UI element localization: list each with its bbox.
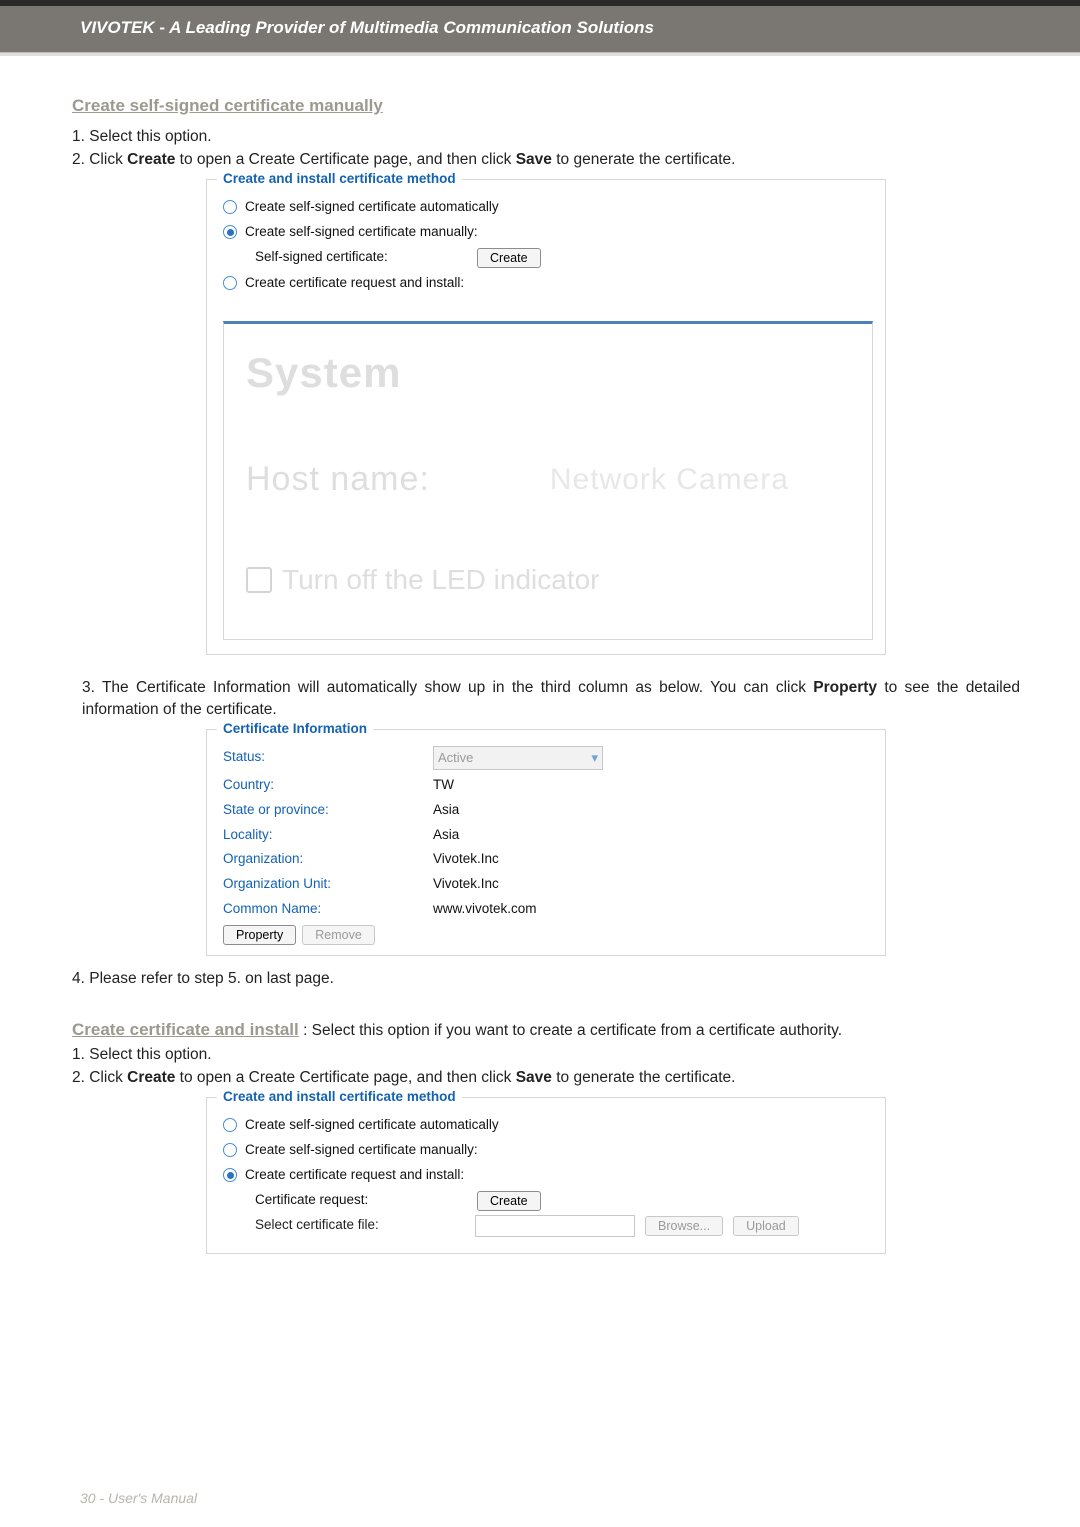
- radio-manual2[interactable]: Create self-signed certificate manually:: [223, 1141, 873, 1160]
- cert-buttons-row: Property Remove: [223, 925, 871, 945]
- cert-row-country: Country: TW: [223, 776, 871, 795]
- cert-row-org: Organization: Vivotek.Inc: [223, 850, 871, 869]
- s2s2d: Save: [516, 1069, 552, 1086]
- select-file-label: Select certificate file:: [255, 1216, 465, 1235]
- cert-request-row: Certificate request: Create: [255, 1191, 873, 1211]
- radio-icon: [223, 1118, 237, 1132]
- radio-request-install-label: Create certificate request and install:: [245, 274, 464, 293]
- cert-value: Asia: [433, 801, 459, 820]
- cert-value: Asia: [433, 826, 459, 845]
- header-brand: VIVOTEK - A Leading Provider of Multimed…: [0, 6, 1080, 52]
- fieldset1-legend: Create and install certificate method: [217, 170, 462, 189]
- remove-button[interactable]: Remove: [302, 925, 375, 945]
- wm-led-label: Turn off the LED indicator: [282, 560, 600, 599]
- property-button[interactable]: Property: [223, 925, 296, 945]
- status-dropdown[interactable]: Active ▾: [433, 746, 603, 770]
- status-value: Active: [438, 749, 473, 767]
- checkbox-icon: [246, 567, 272, 593]
- wm-host-label: Host name:: [246, 456, 430, 504]
- cert-label: State or province:: [223, 801, 433, 820]
- s3a: 3. The Certificate Information will auto…: [82, 679, 813, 696]
- radio-icon: [223, 1143, 237, 1157]
- radio-manual[interactable]: Create self-signed certificate manually:: [223, 223, 873, 242]
- radio-icon-selected: [223, 225, 237, 239]
- wm-network-camera: Network Camera: [550, 459, 789, 501]
- radio-request-install2[interactable]: Create certificate request and install:: [223, 1166, 873, 1185]
- radio-icon: [223, 276, 237, 290]
- cert-row-locality: Locality: Asia: [223, 826, 871, 845]
- section1-step2: 2. Click Create to open a Create Certifi…: [72, 149, 1020, 171]
- s1s2d: Save: [516, 151, 552, 168]
- chevron-down-icon: ▾: [591, 749, 598, 767]
- screenshot-fieldset2-wrap: Create and install certificate method Cr…: [206, 1097, 886, 1254]
- radio-auto2-label: Create self-signed certificate automatic…: [245, 1116, 499, 1135]
- browse-button[interactable]: Browse...: [645, 1216, 723, 1236]
- section1-title: Create self-signed certificate manually: [72, 94, 1020, 118]
- radio-manual-label: Create self-signed certificate manually:: [245, 223, 478, 242]
- fieldset2-legend: Create and install certificate method: [217, 1088, 462, 1107]
- wm-host-row: Host name: Network Camera: [246, 456, 850, 504]
- section1-step1: 1. Select this option.: [72, 126, 1020, 148]
- cert-label: Organization:: [223, 850, 433, 869]
- cert-info-legend: Certificate Information: [217, 720, 373, 739]
- create-button[interactable]: Create: [477, 248, 541, 268]
- wm-led-checkbox-row: Turn off the LED indicator: [246, 560, 850, 599]
- section2-step1: 1. Select this option.: [72, 1044, 1020, 1066]
- section1-step4: 4. Please refer to step 5. on last page.: [72, 968, 1020, 990]
- radio-auto2[interactable]: Create self-signed certificate automatic…: [223, 1116, 873, 1135]
- cert-value: Vivotek.Inc: [433, 875, 499, 894]
- cert-info-wrap: Certificate Information Status: Active ▾…: [206, 729, 886, 957]
- create-install-cert-method-fieldset2: Create and install certificate method Cr…: [206, 1097, 886, 1254]
- radio-auto[interactable]: Create self-signed certificate automatic…: [223, 198, 873, 217]
- s2s2c: to open a Create Certificate page, and t…: [175, 1069, 515, 1086]
- cert-value: Vivotek.Inc: [433, 850, 499, 869]
- s2s2b: Create: [127, 1069, 175, 1086]
- s2s2e: to generate the certificate.: [552, 1069, 736, 1086]
- cert-row-cn: Common Name: www.vivotek.com: [223, 900, 871, 919]
- cert-request-label: Certificate request:: [255, 1191, 465, 1210]
- cert-label: Country:: [223, 776, 433, 795]
- certificate-information-fieldset: Certificate Information Status: Active ▾…: [206, 729, 886, 957]
- s2s2a: 2. Click: [72, 1069, 127, 1086]
- cert-label: Organization Unit:: [223, 875, 433, 894]
- cert-row-orgunit: Organization Unit: Vivotek.Inc: [223, 875, 871, 894]
- cert-value: www.vivotek.com: [433, 900, 537, 919]
- create-install-cert-method-fieldset: Create and install certificate method Cr…: [206, 179, 886, 655]
- radio-auto-label: Create self-signed certificate automatic…: [245, 198, 499, 217]
- radio-manual2-label: Create self-signed certificate manually:: [245, 1141, 478, 1160]
- s1s2a: 2. Click: [72, 151, 127, 168]
- cert-value: TW: [433, 776, 454, 795]
- screenshot-fieldset1-wrap: Create and install certificate method Cr…: [206, 179, 886, 655]
- select-file-row: Select certificate file: Browse... Uploa…: [255, 1215, 873, 1237]
- cert-label: Status:: [223, 748, 433, 767]
- page-body: Create self-signed certificate manually …: [0, 56, 1080, 1278]
- page-header: VIVOTEK - A Leading Provider of Multimed…: [0, 0, 1080, 56]
- wm-system: System: [246, 344, 850, 403]
- watermark-system-panel: System Host name: Network Camera Turn of…: [223, 321, 873, 641]
- cert-label: Locality:: [223, 826, 433, 845]
- cert-row-status: Status: Active ▾: [223, 746, 871, 770]
- radio-request-install[interactable]: Create certificate request and install:: [223, 274, 873, 293]
- section1-step3: 3. The Certificate Information will auto…: [82, 677, 1020, 720]
- section2: Create certificate and install : Select …: [72, 1018, 1020, 1042]
- radio-icon: [223, 200, 237, 214]
- self-signed-sub-row: Self-signed certificate: Create: [255, 248, 873, 268]
- cert-row-state: State or province: Asia: [223, 801, 871, 820]
- s3b: Property: [813, 679, 877, 696]
- page-footer: 30 - User's Manual: [80, 1489, 197, 1509]
- file-path-input[interactable]: [475, 1215, 635, 1237]
- create-button2[interactable]: Create: [477, 1191, 541, 1211]
- section2-desc: : Select this option if you want to crea…: [299, 1022, 842, 1039]
- radio-request-install2-label: Create certificate request and install:: [245, 1166, 464, 1185]
- section2-title: Create certificate and install: [72, 1020, 299, 1039]
- radio-icon-selected: [223, 1168, 237, 1182]
- upload-button[interactable]: Upload: [733, 1216, 799, 1236]
- cert-label: Common Name:: [223, 900, 433, 919]
- s1s2c: to open a Create Certificate page, and t…: [175, 151, 515, 168]
- self-signed-label: Self-signed certificate:: [255, 248, 465, 267]
- s1s2b: Create: [127, 151, 175, 168]
- s1s2e: to generate the certificate.: [552, 151, 736, 168]
- section2-step2: 2. Click Create to open a Create Certifi…: [72, 1067, 1020, 1089]
